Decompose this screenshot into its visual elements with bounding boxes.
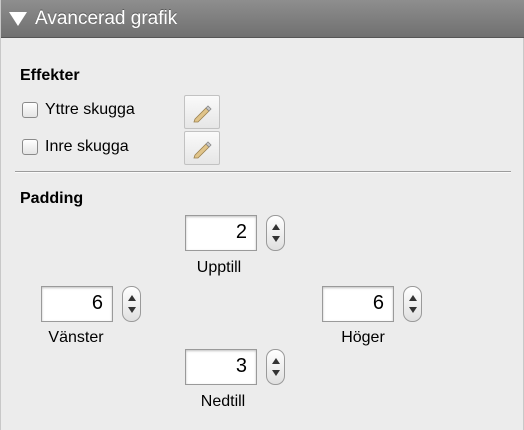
inner-shadow-checkbox-row[interactable]: Inre skugga bbox=[22, 138, 129, 156]
padding-top-stepper[interactable] bbox=[266, 215, 285, 251]
padding-left-stepper[interactable] bbox=[122, 286, 141, 322]
outer-shadow-label: Yttre skugga bbox=[45, 101, 135, 118]
stepper-down-icon[interactable] bbox=[271, 370, 280, 376]
padding-top-label: Upptill bbox=[196, 259, 242, 276]
stepper-up-icon[interactable] bbox=[271, 358, 280, 364]
outer-shadow-checkbox[interactable] bbox=[22, 102, 38, 118]
inner-shadow-checkbox[interactable] bbox=[22, 139, 38, 155]
panel-title: Avancerad grafik bbox=[35, 7, 178, 29]
padding-left-label: Vänster bbox=[48, 329, 104, 346]
padding-bottom-field[interactable]: 3 bbox=[185, 349, 257, 385]
stepper-down-icon[interactable] bbox=[408, 307, 417, 313]
stepper-up-icon[interactable] bbox=[271, 224, 280, 230]
panel-header[interactable]: Avancerad grafik bbox=[1, 0, 524, 38]
outer-shadow-edit-button[interactable] bbox=[184, 95, 220, 129]
outer-shadow-checkbox-row[interactable]: Yttre skugga bbox=[22, 101, 135, 119]
padding-bottom-label: Nedtill bbox=[200, 393, 246, 410]
padding-bottom-stepper[interactable] bbox=[266, 349, 285, 385]
stepper-down-icon[interactable] bbox=[271, 236, 280, 242]
stepper-up-icon[interactable] bbox=[127, 295, 136, 301]
section-divider bbox=[15, 171, 511, 172]
padding-right-label: Höger bbox=[341, 329, 385, 346]
stepper-down-icon[interactable] bbox=[127, 307, 136, 313]
inner-shadow-label: Inre skugga bbox=[45, 138, 129, 155]
padding-right-field[interactable]: 6 bbox=[322, 286, 394, 322]
padding-top-field[interactable]: 2 bbox=[185, 215, 257, 251]
padding-heading: Padding bbox=[20, 190, 84, 207]
stepper-up-icon[interactable] bbox=[408, 295, 417, 301]
effects-heading: Effekter bbox=[20, 67, 80, 84]
pencil-icon bbox=[193, 141, 212, 159]
padding-right-stepper[interactable] bbox=[403, 286, 422, 322]
disclosure-triangle-icon[interactable] bbox=[9, 11, 27, 26]
inner-shadow-edit-button[interactable] bbox=[184, 131, 220, 165]
padding-left-field[interactable]: 6 bbox=[41, 286, 113, 322]
pencil-icon bbox=[193, 105, 212, 123]
advanced-graphics-panel: Avancerad grafik Effekter Yttre skugga I… bbox=[0, 0, 524, 430]
